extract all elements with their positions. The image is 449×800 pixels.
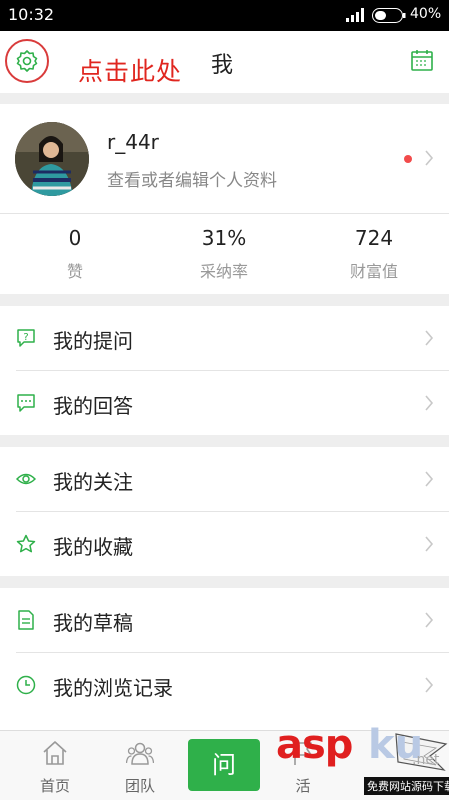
svg-text:?: ? bbox=[23, 332, 28, 343]
edit-profile-link[interactable]: 查看或者编辑个人资料 bbox=[107, 166, 277, 191]
answer-bubble-icon bbox=[17, 394, 35, 412]
stat-label: 采纳率 bbox=[199, 262, 248, 281]
stat-likes[interactable]: 0 赞 bbox=[15, 226, 135, 282]
menu-item-my-answers[interactable]: 我的回答 bbox=[0, 371, 449, 435]
menu-label: 我的浏览记录 bbox=[53, 676, 173, 700]
chevron-right-icon bbox=[425, 471, 434, 487]
watermark: asp ku .net 免费网站源码下载站 bbox=[272, 722, 449, 800]
tab-label: 首页 bbox=[39, 777, 70, 795]
watermark-brand-a: asp bbox=[276, 722, 353, 768]
app-header: 点击此处 我 bbox=[0, 31, 449, 93]
chevron-right-icon bbox=[425, 150, 434, 166]
avatar-image bbox=[15, 122, 89, 196]
menu-label: 我的草稿 bbox=[53, 611, 133, 635]
stat-label: 财富值 bbox=[349, 262, 398, 281]
status-time: 10:32 bbox=[8, 5, 55, 24]
clock-icon bbox=[16, 675, 36, 695]
profile-card[interactable]: r_44r 查看或者编辑个人资料 0 赞 31% 采纳率 724 财富值 bbox=[0, 104, 449, 294]
ask-button[interactable]: 问 bbox=[188, 739, 260, 791]
tab-home[interactable]: 首页 bbox=[10, 731, 100, 800]
menu-label: 我的收藏 bbox=[53, 535, 133, 559]
signal-icon bbox=[346, 8, 364, 22]
notification-dot bbox=[404, 155, 412, 163]
status-bar: 10:32 40% bbox=[0, 0, 449, 31]
menu-item-my-history[interactable]: 我的浏览记录 bbox=[0, 653, 449, 717]
stat-label: 赞 bbox=[66, 262, 83, 281]
question-bubble-icon: ? bbox=[17, 329, 35, 347]
chevron-right-icon bbox=[425, 612, 434, 628]
annotation-text: 点击此处 bbox=[78, 57, 183, 86]
menu-item-my-follows[interactable]: 我的关注 bbox=[0, 447, 449, 511]
battery-percent: 40% bbox=[410, 6, 442, 22]
calendar-icon[interactable] bbox=[410, 48, 434, 72]
stat-wealth[interactable]: 724 财富值 bbox=[314, 226, 434, 282]
menu-item-my-questions[interactable]: ? 我的提问 bbox=[0, 306, 449, 370]
menu-label: 我的回答 bbox=[53, 394, 133, 418]
stat-value: 0 bbox=[68, 226, 82, 250]
divider bbox=[0, 213, 449, 214]
chevron-right-icon bbox=[425, 677, 434, 693]
star-icon bbox=[16, 534, 36, 553]
eye-icon bbox=[16, 473, 36, 485]
tab-label: 团队 bbox=[124, 777, 155, 795]
document-icon bbox=[18, 610, 34, 630]
chevron-right-icon bbox=[425, 536, 434, 552]
tab-team[interactable]: 团队 bbox=[95, 731, 185, 800]
page-title: 我 bbox=[211, 53, 234, 78]
menu-group-records: 我的草稿 我的浏览记录 bbox=[0, 588, 449, 730]
chevron-right-icon bbox=[425, 330, 434, 346]
menu-group-collection: 我的关注 我的收藏 bbox=[0, 447, 449, 576]
team-icon bbox=[126, 742, 154, 765]
menu-label: 我的提问 bbox=[53, 329, 133, 353]
avatar[interactable] bbox=[15, 122, 89, 196]
chevron-right-icon bbox=[425, 395, 434, 411]
username: r_44r bbox=[107, 130, 159, 154]
menu-item-my-favorites[interactable]: 我的收藏 bbox=[0, 512, 449, 576]
battery-icon bbox=[372, 8, 406, 23]
menu-label: 我的关注 bbox=[53, 470, 133, 494]
menu-group-qa: ? 我的提问 我的回答 bbox=[0, 306, 449, 435]
stat-acceptance-rate[interactable]: 31% 采纳率 bbox=[164, 226, 284, 282]
watermark-tagline: 免费网站源码下载站 bbox=[364, 777, 449, 795]
stat-value: 724 bbox=[354, 226, 394, 250]
menu-item-my-drafts[interactable]: 我的草稿 bbox=[0, 588, 449, 652]
settings-icon[interactable] bbox=[15, 49, 39, 73]
stat-value: 31% bbox=[201, 226, 247, 250]
home-icon bbox=[43, 741, 67, 765]
watermark-domain: .net bbox=[412, 752, 440, 768]
